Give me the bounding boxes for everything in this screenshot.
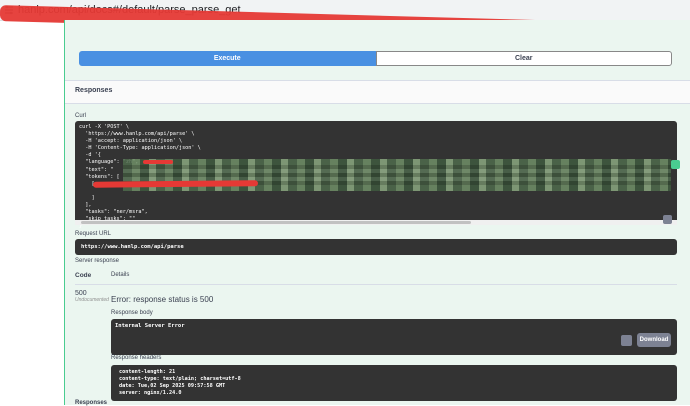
curl-label: Curl xyxy=(75,113,87,119)
responses-section-title: Responses xyxy=(75,400,108,406)
copy-to-clipboard-icon[interactable] xyxy=(621,335,632,346)
response-body-value: Internal Server Error xyxy=(115,323,185,329)
response-body-label: Response body xyxy=(111,310,153,316)
redaction-mark xyxy=(143,160,173,164)
request-url-value: https://www.hanlp.com/api/parse xyxy=(81,244,184,250)
operation-panel: Execute Clear Responses Curl curl -X 'PO… xyxy=(64,20,690,406)
code-column-header: Code xyxy=(75,272,92,279)
copy-icon[interactable] xyxy=(671,160,680,169)
status-code: 500 xyxy=(75,290,87,297)
execute-button[interactable]: Execute xyxy=(79,51,376,66)
responses-header: Responses xyxy=(65,80,690,104)
server-response-label: Server response xyxy=(75,258,120,264)
request-url-label: Request URL xyxy=(75,231,112,237)
curl-horizontal-scrollbar[interactable] xyxy=(75,220,677,225)
response-headers-box[interactable]: content-length: 21 content-type: text/pl… xyxy=(111,365,677,401)
clear-button[interactable]: Clear xyxy=(375,51,672,66)
table-divider xyxy=(75,284,677,285)
undocumented-badge: Undocumented xyxy=(75,297,109,303)
request-url-box[interactable]: https://www.hanlp.com/api/parse xyxy=(75,239,677,255)
response-headers-label: Response headers xyxy=(111,355,162,361)
details-column-header: Details xyxy=(111,272,130,278)
response-body-box[interactable]: Internal Server Error xyxy=(111,319,677,355)
response-headers-list: content-length: 21 content-type: text/pl… xyxy=(119,369,241,396)
error-message: Error: response status is 500 xyxy=(111,295,214,304)
download-button[interactable]: Download xyxy=(637,333,671,347)
copy-to-clipboard-icon[interactable] xyxy=(663,215,672,224)
scrollbar-thumb[interactable] xyxy=(81,221,471,224)
execute-button-row: Execute Clear xyxy=(79,51,672,66)
responses-title: Responses xyxy=(75,87,113,94)
